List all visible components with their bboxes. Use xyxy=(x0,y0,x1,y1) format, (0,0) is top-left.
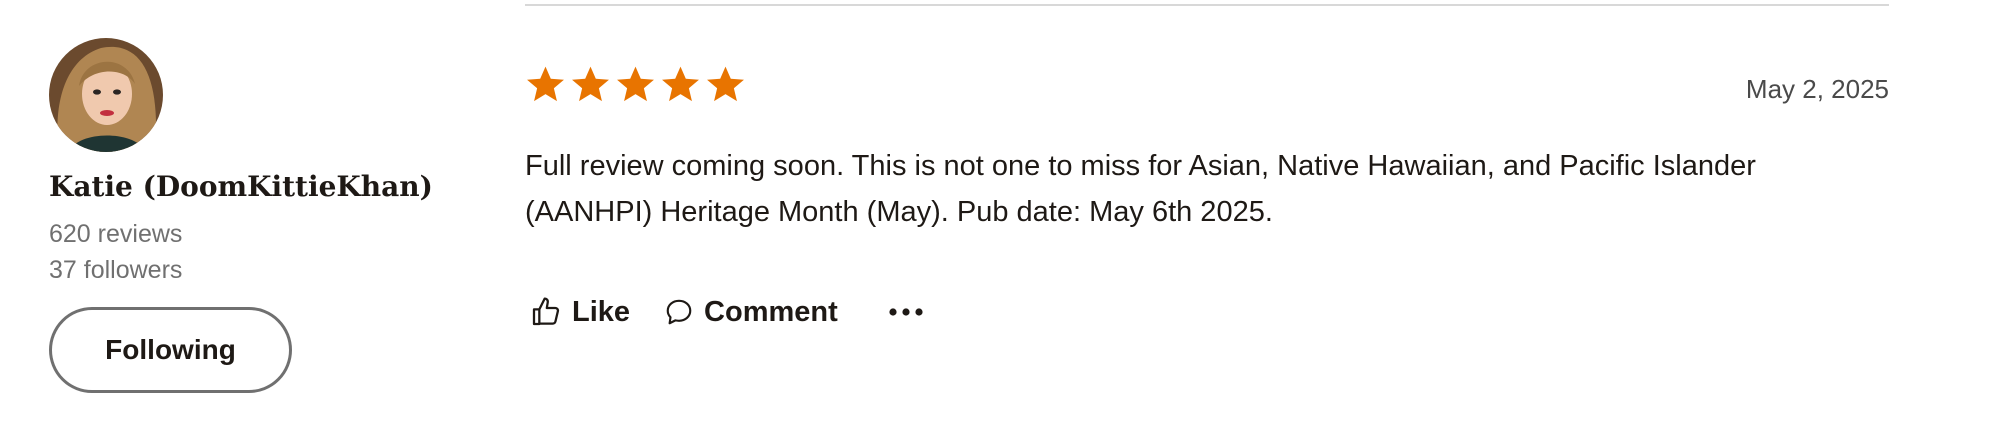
more-options-icon xyxy=(889,308,923,316)
reviews-count: 620 reviews xyxy=(49,220,183,248)
comment-button[interactable]: Comment xyxy=(664,296,838,329)
comment-label: Comment xyxy=(704,295,838,328)
star-icon xyxy=(662,66,699,102)
review-date[interactable]: May 2, 2025 xyxy=(1746,74,1889,105)
like-button[interactable]: Like xyxy=(530,296,630,329)
star-rating xyxy=(525,64,746,105)
speech-bubble-icon xyxy=(666,299,692,325)
section-divider xyxy=(525,4,1889,6)
review-actions: Like Comment xyxy=(530,290,924,334)
star-icon xyxy=(617,66,654,102)
more-options-button[interactable] xyxy=(888,306,924,318)
thumbs-up-icon xyxy=(532,297,560,326)
like-label: Like xyxy=(572,295,631,328)
avatar-image xyxy=(49,38,163,152)
reviewer-name[interactable]: Katie (DoomKittieKhan) xyxy=(49,170,433,203)
star-icon xyxy=(707,66,744,102)
star-icon xyxy=(572,66,609,102)
star-icon xyxy=(527,66,564,102)
following-button[interactable]: Following xyxy=(49,307,292,393)
followers-count: 37 followers xyxy=(49,256,183,284)
reviewer-avatar[interactable] xyxy=(49,38,163,152)
review-text: Full review coming soon. This is not one… xyxy=(525,150,1756,228)
